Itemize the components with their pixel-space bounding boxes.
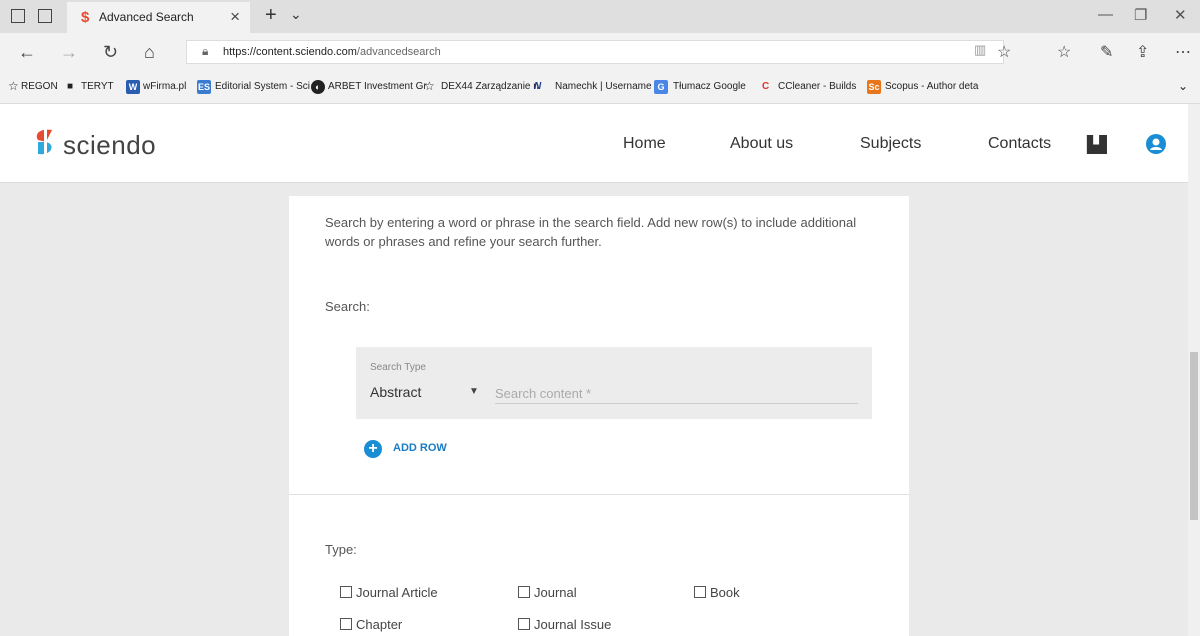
- more-icon[interactable]: ⋯: [1175, 42, 1191, 62]
- type-chapter-checkbox[interactable]: Chapter: [340, 617, 402, 632]
- browser-tab[interactable]: $ Advanced Search ×: [67, 2, 250, 33]
- tab-actions-icon[interactable]: [11, 9, 25, 23]
- scopus-icon: Sc: [867, 80, 881, 94]
- checkbox-icon[interactable]: [340, 586, 352, 598]
- library-icon[interactable]: ▙▋: [1087, 135, 1112, 155]
- bookmark-teryt-icon: ■: [67, 81, 74, 92]
- add-row-button[interactable]: ADD ROW: [393, 442, 447, 454]
- new-tab-icon[interactable]: +: [265, 4, 277, 27]
- bookmark-teryt[interactable]: TERYT: [81, 81, 114, 92]
- nav-subjects[interactable]: Subjects: [860, 135, 921, 153]
- notes-icon[interactable]: ✎: [1100, 42, 1113, 62]
- reading-view-icon[interactable]: ▥: [974, 42, 986, 58]
- minimize-icon[interactable]: —: [1098, 6, 1113, 23]
- editorial-system-icon: ES: [197, 80, 211, 94]
- close-window-icon[interactable]: ✕: [1174, 6, 1187, 24]
- favorites-bar: ☆ REGON ■ TERYT W wFirma.pl ES Editorial…: [0, 73, 1200, 104]
- type-journal-issue-checkbox[interactable]: Journal Issue: [518, 617, 611, 632]
- divider: [289, 494, 909, 495]
- favorite-star-icon[interactable]: ☆: [997, 42, 1011, 62]
- sciendo-favicon-icon: $: [81, 9, 90, 26]
- bookmark-regon[interactable]: REGON: [21, 81, 58, 92]
- lock-icon: 🔒︎: [202, 44, 209, 58]
- chevron-down-icon[interactable]: ⌄: [290, 6, 302, 23]
- logo-text[interactable]: sciendo: [63, 130, 156, 161]
- nav-about-us[interactable]: About us: [730, 135, 793, 153]
- type-journal-checkbox[interactable]: Journal: [518, 585, 577, 600]
- address-bar-row: ← → ↻ ⌂ 🔒︎ https://content.sciendo.com/a…: [0, 33, 1200, 73]
- type-book-checkbox[interactable]: Book: [694, 585, 740, 600]
- star-icon: ☆: [424, 79, 435, 93]
- advanced-search-card: Search by entering a word or phrase in t…: [289, 196, 909, 636]
- search-type-select[interactable]: Abstract: [370, 384, 421, 400]
- type-journal-article-checkbox[interactable]: Journal Article: [340, 585, 438, 600]
- search-label: Search:: [325, 299, 370, 314]
- nav-contacts[interactable]: Contacts: [988, 135, 1051, 153]
- share-icon[interactable]: ⇪: [1136, 42, 1149, 62]
- search-row: Search Type Abstract ▼: [356, 347, 872, 419]
- user-account-icon[interactable]: [1146, 134, 1166, 154]
- bookmark-wfirma[interactable]: wFirma.pl: [143, 81, 186, 92]
- namechk-icon: N: [534, 81, 542, 92]
- arbet-icon: ◐: [311, 80, 325, 94]
- checkbox-icon[interactable]: [340, 618, 352, 630]
- address-input[interactable]: 🔒︎ https://content.sciendo.com/advanceds…: [186, 40, 1004, 64]
- scrollbar-thumb[interactable]: [1190, 352, 1198, 520]
- bookmark-ccleaner[interactable]: CCleaner - Builds: [778, 81, 856, 92]
- back-icon[interactable]: ←: [18, 42, 36, 63]
- url-text: https://content.sciendo.com/advancedsear…: [223, 46, 441, 58]
- home-icon[interactable]: ⌂: [144, 42, 155, 63]
- type-label: Type:: [325, 542, 357, 557]
- restore-icon[interactable]: ❐: [1134, 6, 1147, 24]
- search-content-input[interactable]: [495, 383, 858, 404]
- checkbox-icon[interactable]: [518, 586, 530, 598]
- site-header: sciendo Home About us Subjects Contacts …: [0, 104, 1188, 183]
- favorites-list-icon[interactable]: ☆: [1057, 42, 1071, 62]
- star-icon: ☆: [8, 79, 19, 93]
- bookmark-arbet[interactable]: ARBET Investment Gr: [328, 81, 427, 92]
- tab-title: Advanced Search: [99, 10, 194, 24]
- forward-icon[interactable]: →: [60, 42, 78, 63]
- search-instructions: Search by entering a word or phrase in t…: [325, 215, 857, 249]
- ccleaner-icon: C: [762, 81, 770, 92]
- wfirma-icon: W: [126, 80, 140, 94]
- sciendo-logo-icon[interactable]: [30, 126, 60, 158]
- bookmark-namechk[interactable]: Namechk | Username: [555, 81, 652, 92]
- search-type-label: Search Type: [370, 362, 426, 373]
- bookmark-scopus[interactable]: Scopus - Author deta: [885, 81, 978, 92]
- bookmark-editorial-system[interactable]: Editorial System - Sci: [215, 81, 310, 92]
- close-tab-icon[interactable]: ×: [230, 7, 240, 27]
- chevron-down-icon[interactable]: ⌄: [1178, 79, 1188, 93]
- page-scrollbar[interactable]: [1188, 104, 1200, 636]
- checkbox-icon[interactable]: [694, 586, 706, 598]
- browser-tab-strip: $ Advanced Search × + ⌄ — ❐ ✕: [0, 0, 1200, 33]
- bookmark-google-translate[interactable]: Tłumacz Google: [673, 81, 746, 92]
- refresh-icon[interactable]: ↻: [103, 42, 118, 63]
- nav-home[interactable]: Home: [623, 135, 666, 153]
- set-tabs-aside-icon[interactable]: [38, 9, 52, 23]
- google-translate-icon: G: [654, 80, 668, 94]
- add-circle-icon[interactable]: +: [364, 440, 382, 458]
- bookmark-dex44[interactable]: DEX44 Zarządzanie n: [441, 81, 539, 92]
- dropdown-arrow-icon[interactable]: ▼: [469, 386, 479, 397]
- checkbox-icon[interactable]: [518, 618, 530, 630]
